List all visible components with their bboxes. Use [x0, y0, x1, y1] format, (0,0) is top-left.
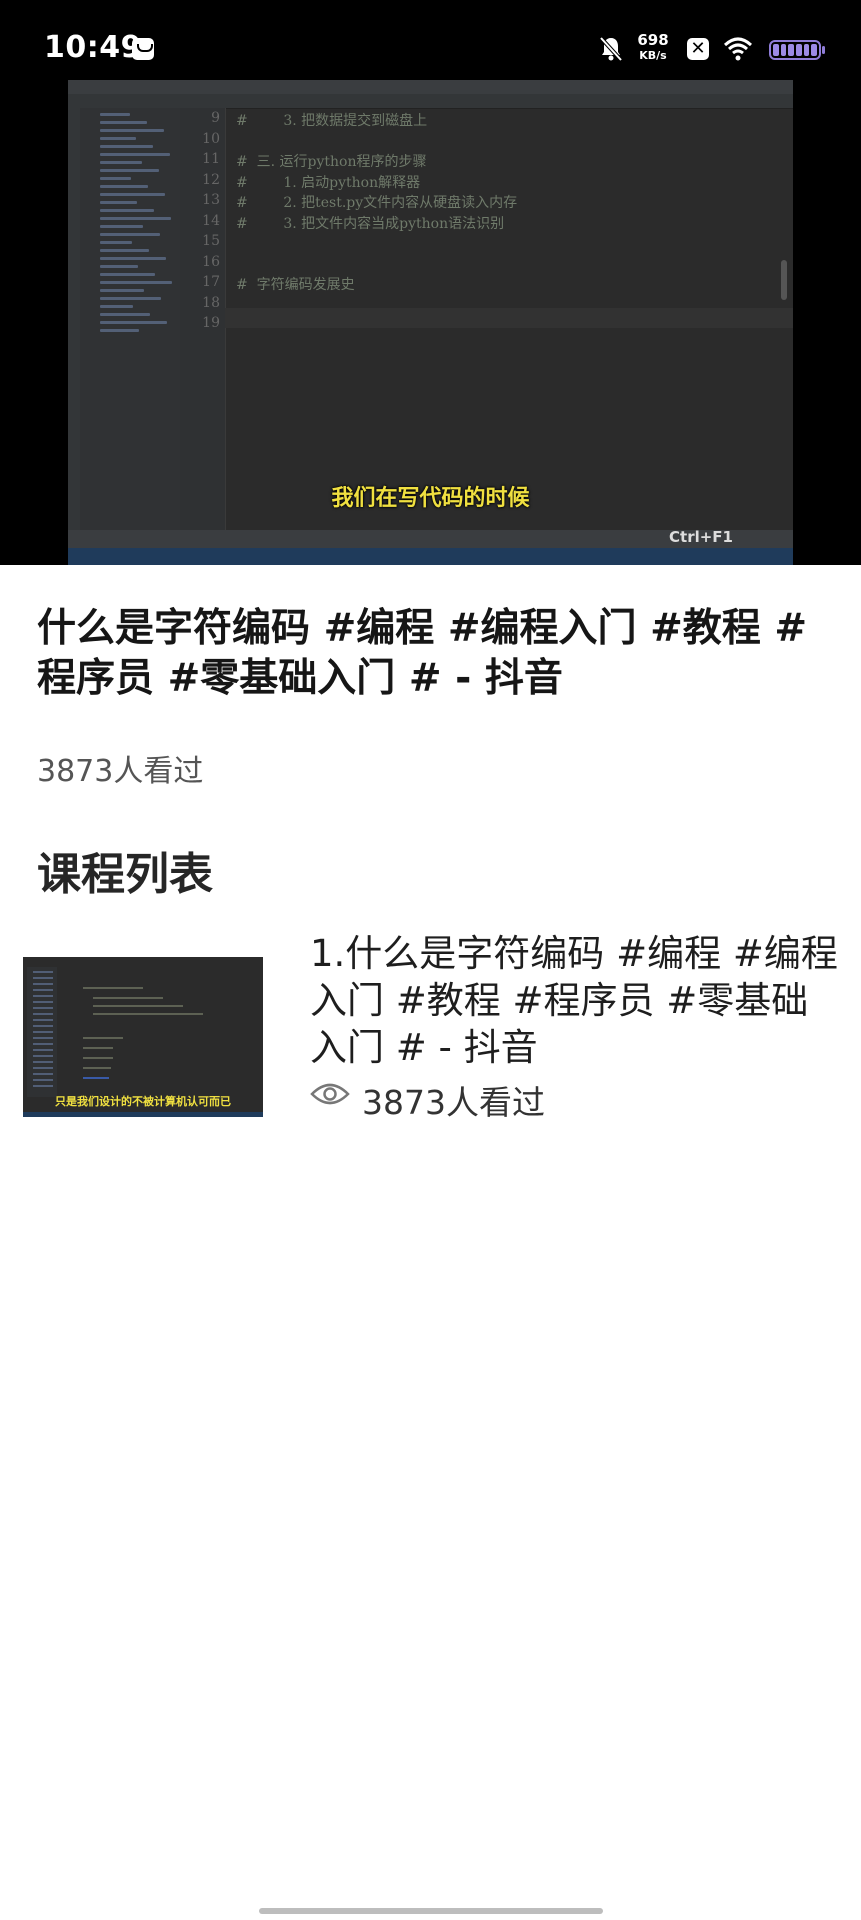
code-line-number: 16: [202, 253, 220, 270]
tree-entry: [100, 265, 138, 268]
tree-entry: [100, 193, 165, 196]
tree-entry: [100, 153, 170, 156]
status-time: 10:49: [44, 30, 142, 65]
tree-entry: [100, 321, 167, 324]
battery-icon: [769, 40, 825, 60]
code-line: # 3. 把文件内容当成python语法识别: [236, 215, 505, 232]
tree-entry: [100, 169, 159, 172]
course-title[interactable]: 1.什么是字符编码 #编程 #编程入门 #教程 #程序员 #零基础入门 # - …: [310, 930, 840, 1071]
code-line-number: 18: [202, 294, 220, 311]
shortcut-hint: Ctrl+F1: [669, 528, 733, 546]
code-line: # 1. 启动python解释器: [236, 174, 421, 191]
tree-entry: [100, 257, 166, 260]
network-speed-value: 698: [637, 31, 669, 49]
tree-entry: [100, 273, 155, 276]
video-subtitle: 我们在写代码的时候: [331, 486, 530, 511]
ide-menubar: [68, 80, 793, 94]
network-speed: 698 KB/s: [633, 32, 673, 64]
tree-entry: [100, 225, 143, 228]
status-bar: 10:49 698 KB/s ✕: [0, 0, 861, 80]
thumbnail-subtitle: 只是我们设计的不被计算机认可而已: [55, 1095, 231, 1108]
code-line: # 2. 把test.py文件内容从硬盘读入内存: [236, 195, 518, 211]
code-line-number: 12: [202, 171, 220, 188]
code-line-number: 15: [202, 233, 220, 249]
tree-entry: [100, 185, 148, 188]
ide-scrollbar: [781, 260, 787, 300]
tree-entry: [100, 209, 154, 212]
tree-entry: [100, 313, 150, 316]
code-line-number: 14: [202, 212, 220, 229]
tree-entry: [100, 201, 137, 204]
course-thumbnail[interactable]: 只是我们设计的不被计算机认可而已: [23, 957, 263, 1117]
ide-project-tree: [80, 108, 180, 538]
network-speed-unit: KB/s: [639, 49, 667, 62]
mute-icon: [599, 36, 623, 62]
tree-entry: [100, 329, 139, 332]
video-view-count: 3873人看过: [37, 754, 204, 789]
tree-entry: [100, 177, 131, 180]
tree-entry: [100, 217, 171, 220]
code-line-number: 10: [202, 130, 220, 147]
thumbnail-taskbar: [23, 1112, 263, 1117]
tree-entry: [100, 233, 160, 236]
video-player[interactable]: 我们在写代码的时候 Ctrl+F1 9 # 3. 把数据提交到磁盘上 10 11 # 三…: [0, 80, 861, 565]
tree-entry: [100, 297, 161, 300]
code-line-number: 13: [202, 192, 220, 208]
video-frame[interactable]: 我们在写代码的时候 Ctrl+F1 9 # 3. 把数据提交到磁盘上 10 11 # 三…: [68, 80, 793, 565]
ide-current-line: [225, 308, 793, 328]
ide-toolbar: [68, 94, 793, 109]
thumbnail-tree: [27, 967, 57, 1097]
code-line-number: 17: [202, 274, 220, 290]
tree-entry: [100, 161, 142, 164]
wifi-icon: [723, 37, 753, 61]
eye-icon: [310, 1083, 350, 1105]
home-indicator[interactable]: [259, 1908, 603, 1914]
ide-left-strip: [68, 108, 80, 538]
code-line: # 字符编码发展史: [236, 277, 355, 293]
tree-entry: [100, 145, 153, 148]
tree-entry: [100, 289, 144, 292]
code-line: # 三. 运行python程序的步骤: [236, 154, 427, 170]
tree-entry: [100, 281, 172, 284]
code-line: # 3. 把数据提交到磁盘上: [236, 113, 428, 129]
course-view-count: 3873人看过: [362, 1083, 545, 1122]
notification-icon: [132, 38, 154, 60]
code-line-number: 19: [202, 315, 220, 331]
course-list-heading: 课程列表: [37, 849, 213, 900]
course-list-item[interactable]: 只是我们设计的不被计算机认可而已 1.什么是字符编码 #编程 #编程入门 #教程…: [23, 930, 840, 1122]
tree-entry: [100, 129, 164, 132]
tree-entry: [100, 137, 136, 140]
tree-entry: [100, 121, 147, 124]
tree-entry: [100, 305, 133, 308]
code-line-number: 11: [202, 151, 220, 167]
x-icon: ✕: [687, 38, 709, 60]
video-title: 什么是字符编码 #编程 #编程入门 #教程 #程序员 #零基础入门 # - 抖音: [37, 606, 808, 701]
tree-entry: [100, 241, 132, 244]
code-line-number: 9: [211, 110, 220, 126]
tree-entry: [100, 113, 130, 116]
windows-taskbar: [68, 548, 793, 565]
tree-entry: [100, 249, 149, 252]
